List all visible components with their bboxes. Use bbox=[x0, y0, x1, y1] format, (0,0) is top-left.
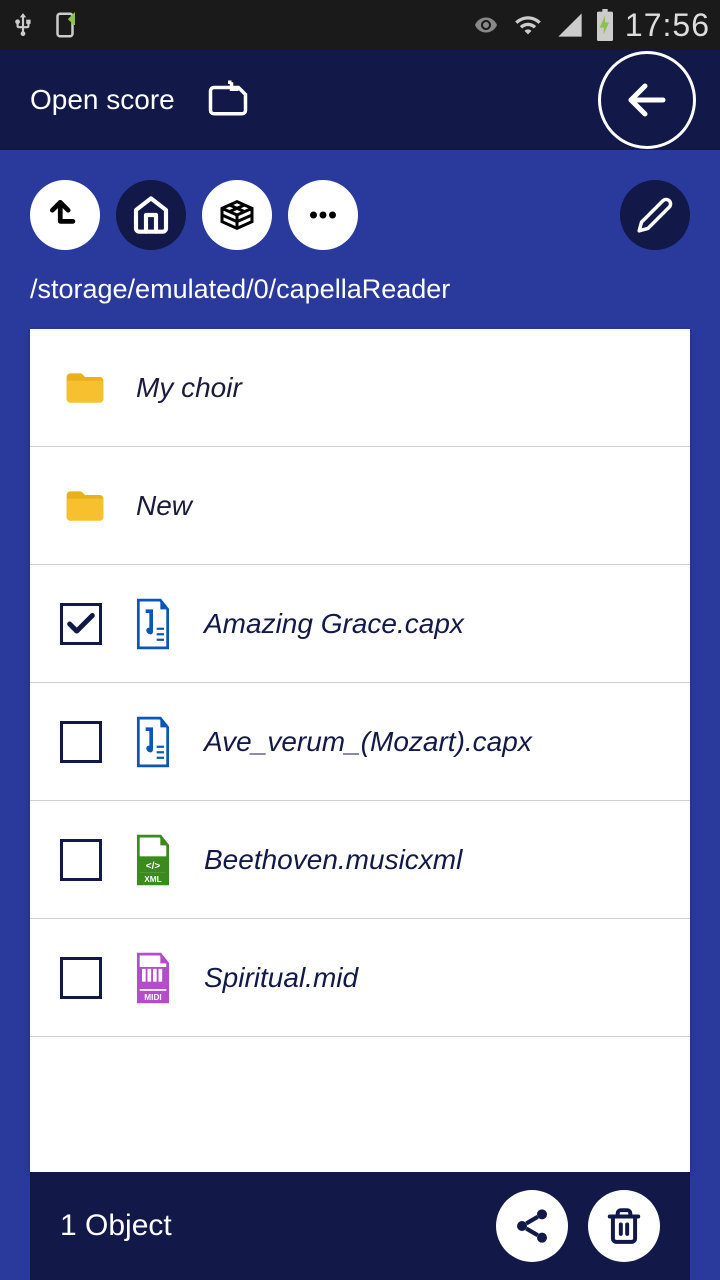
capx-file-icon bbox=[128, 598, 178, 650]
item-label: New bbox=[136, 490, 192, 522]
item-label: Spiritual.mid bbox=[204, 962, 358, 994]
selection-count: 1 Object bbox=[60, 1209, 172, 1243]
edit-button[interactable] bbox=[620, 180, 690, 250]
battery-icon bbox=[595, 9, 615, 41]
home-button[interactable] bbox=[116, 180, 186, 250]
status-time: 17:56 bbox=[625, 7, 710, 44]
eye-icon bbox=[471, 13, 501, 37]
checkbox[interactable] bbox=[60, 839, 102, 881]
empty-row bbox=[30, 1037, 690, 1155]
page-title: Open score bbox=[30, 84, 175, 116]
checkbox[interactable] bbox=[60, 957, 102, 999]
delete-button[interactable] bbox=[588, 1190, 660, 1262]
path-display: /storage/emulated/0/capellaReader bbox=[30, 274, 690, 305]
view-button[interactable] bbox=[202, 180, 272, 250]
back-button[interactable] bbox=[598, 51, 696, 149]
item-label: My choir bbox=[136, 372, 242, 404]
bottom-bar: 1 Object bbox=[30, 1172, 690, 1280]
list-item[interactable]: Amazing Grace.capx bbox=[30, 565, 690, 683]
item-label: Beethoven.musicxml bbox=[204, 844, 462, 876]
item-label: Ave_verum_(Mozart).capx bbox=[204, 726, 532, 758]
folder-icon bbox=[60, 484, 110, 528]
folder-icon bbox=[60, 366, 110, 410]
checkbox[interactable] bbox=[60, 603, 102, 645]
file-list: My choir New Amazing Grace.capx bbox=[30, 329, 690, 1172]
item-label: Amazing Grace.capx bbox=[204, 608, 464, 640]
usb-icon bbox=[10, 8, 36, 42]
sync-icon bbox=[50, 8, 80, 42]
list-item[interactable]: Ave_verum_(Mozart).capx bbox=[30, 683, 690, 801]
up-button[interactable] bbox=[30, 180, 100, 250]
share-button[interactable] bbox=[496, 1190, 568, 1262]
more-button[interactable] bbox=[288, 180, 358, 250]
app-bar: Open score bbox=[0, 50, 720, 150]
content-area: /storage/emulated/0/capellaReader My cho… bbox=[0, 150, 720, 1280]
signal-icon bbox=[555, 11, 585, 39]
wifi-icon bbox=[511, 11, 545, 39]
status-bar: 17:56 bbox=[0, 0, 720, 50]
open-file-icon bbox=[205, 77, 251, 124]
capx-file-icon bbox=[128, 716, 178, 768]
list-item[interactable]: </> XML Beethoven.musicxml bbox=[30, 801, 690, 919]
svg-text:MIDI: MIDI bbox=[144, 993, 161, 1002]
midi-file-icon: MIDI bbox=[128, 952, 178, 1004]
svg-text:XML: XML bbox=[144, 875, 161, 884]
svg-text:</>: </> bbox=[146, 861, 161, 872]
list-item[interactable]: New bbox=[30, 447, 690, 565]
list-item[interactable]: MIDI Spiritual.mid bbox=[30, 919, 690, 1037]
list-item[interactable]: My choir bbox=[30, 329, 690, 447]
toolbar bbox=[30, 180, 690, 250]
xml-file-icon: </> XML bbox=[128, 834, 178, 886]
checkbox[interactable] bbox=[60, 721, 102, 763]
